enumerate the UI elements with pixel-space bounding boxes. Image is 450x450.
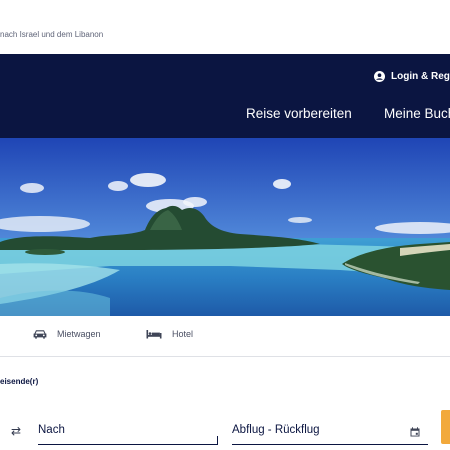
tab-label: Hotel xyxy=(172,329,194,339)
passengers-selector[interactable]: eisende(r) xyxy=(0,377,38,386)
login-label: Login & Reg xyxy=(391,71,450,82)
travel-notice-bar: nach Israel und dem Libanon xyxy=(0,0,450,54)
calendar-icon[interactable] xyxy=(410,427,420,437)
tab-label: Mietwagen xyxy=(57,329,101,339)
destination-underline xyxy=(38,444,218,445)
destination-underline-end xyxy=(217,436,218,445)
search-flights-button[interactable] xyxy=(441,410,450,444)
destination-field[interactable]: Nach xyxy=(38,424,65,436)
car-icon xyxy=(33,330,47,339)
booking-tabs: Mietwagen Hotel xyxy=(0,316,450,357)
hero-image xyxy=(0,138,450,316)
date-range-field[interactable]: Abflug - Rückflug xyxy=(232,424,320,436)
login-register-link[interactable]: Login & Reg xyxy=(374,71,450,82)
nav-meine-buchungen[interactable]: Meine Buch xyxy=(384,106,450,121)
travel-notice-text: nach Israel und dem Libanon xyxy=(0,30,104,39)
user-icon xyxy=(374,71,385,82)
bed-icon xyxy=(146,330,162,339)
nav-reise-vorbereiten[interactable]: Reise vorbereiten xyxy=(246,106,352,121)
date-range-underline xyxy=(232,444,428,445)
tab-mietwagen[interactable]: Mietwagen xyxy=(33,329,101,339)
tab-hotel[interactable]: Hotel xyxy=(146,329,193,339)
swap-route-icon[interactable]: ⇄ xyxy=(11,424,21,438)
main-header xyxy=(0,54,450,138)
